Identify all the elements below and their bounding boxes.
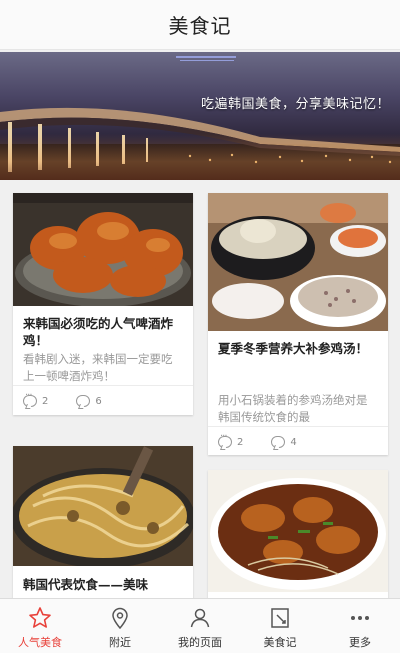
tab-my-page[interactable]: 我的页面 bbox=[160, 599, 240, 653]
like-count: 4 bbox=[271, 436, 297, 448]
card-description: 看韩剧入迷，来韩国一定要吃上一顿啤酒炸鸡！ bbox=[23, 352, 173, 383]
food-feed[interactable]: 来韩国必须吃的人气啤酒炸鸡！ 看韩剧入迷，来韩国一定要吃上一顿啤酒炸鸡！ 2 6 bbox=[0, 180, 400, 598]
page-title: 美食记 bbox=[168, 14, 232, 38]
tab-label: 更多 bbox=[349, 636, 371, 649]
like-count: 6 bbox=[76, 395, 102, 407]
location-pin-icon bbox=[107, 605, 133, 631]
braised-chicken-photo bbox=[208, 470, 388, 592]
stew-photo bbox=[13, 446, 193, 566]
comment-icon bbox=[218, 431, 232, 448]
more-icon bbox=[347, 605, 373, 631]
food-card[interactable]: 来韩国必须吃的人气啤酒炸鸡！ 看韩剧入迷，来韩国一定要吃上一顿啤酒炸鸡！ 2 6 bbox=[13, 193, 193, 415]
food-card[interactable]: 韩国代表饮食——美味 bbox=[13, 446, 193, 598]
star-icon bbox=[27, 605, 53, 631]
tab-label: 附近 bbox=[109, 636, 131, 649]
food-card[interactable] bbox=[208, 470, 388, 598]
comment-count: 2 bbox=[218, 431, 243, 448]
comment-count: 2 bbox=[23, 390, 48, 407]
tab-popular-food[interactable]: 人气美食 bbox=[0, 599, 80, 653]
banner-slogan: 吃遍韩国美食，分享美味记忆！ bbox=[200, 97, 390, 112]
chat-icon bbox=[271, 436, 286, 448]
hero-banner[interactable]: 吃遍韩国美食，分享美味记忆！ bbox=[0, 52, 400, 180]
ginseng-chicken-soup-photo bbox=[208, 193, 388, 331]
bottom-tab-bar: 人气美食 附近 我的页面 美食记 更多 bbox=[0, 598, 400, 653]
tab-nearby[interactable]: 附近 bbox=[80, 599, 160, 653]
comment-icon bbox=[23, 390, 37, 407]
tab-label: 人气美食 bbox=[18, 636, 62, 649]
note-icon bbox=[267, 605, 293, 631]
card-stats: 2 6 bbox=[23, 390, 183, 410]
tab-label: 美食记 bbox=[263, 636, 297, 649]
top-bar: 美食记 bbox=[0, 0, 400, 50]
card-title: 韩国代表饮食——美味 bbox=[23, 577, 149, 592]
card-description: 用小石锅装着的参鸡汤绝对是韩国传统饮食的最 bbox=[218, 393, 368, 424]
tab-more[interactable]: 更多 bbox=[320, 599, 400, 653]
card-title: 夏季冬季营养大补参鸡汤！ bbox=[218, 341, 369, 356]
fried-chicken-photo bbox=[13, 193, 193, 306]
chat-icon bbox=[76, 395, 91, 407]
user-icon bbox=[187, 605, 213, 631]
card-title: 来韩国必须吃的人气啤酒炸鸡！ bbox=[23, 316, 174, 348]
tab-label: 我的页面 bbox=[178, 636, 222, 649]
card-stats: 2 4 bbox=[218, 431, 378, 451]
tab-food-diary[interactable]: 美食记 bbox=[240, 599, 320, 653]
food-card[interactable]: 夏季冬季营养大补参鸡汤！ 用小石锅装着的参鸡汤绝对是韩国传统饮食的最 2 4 bbox=[208, 193, 388, 455]
